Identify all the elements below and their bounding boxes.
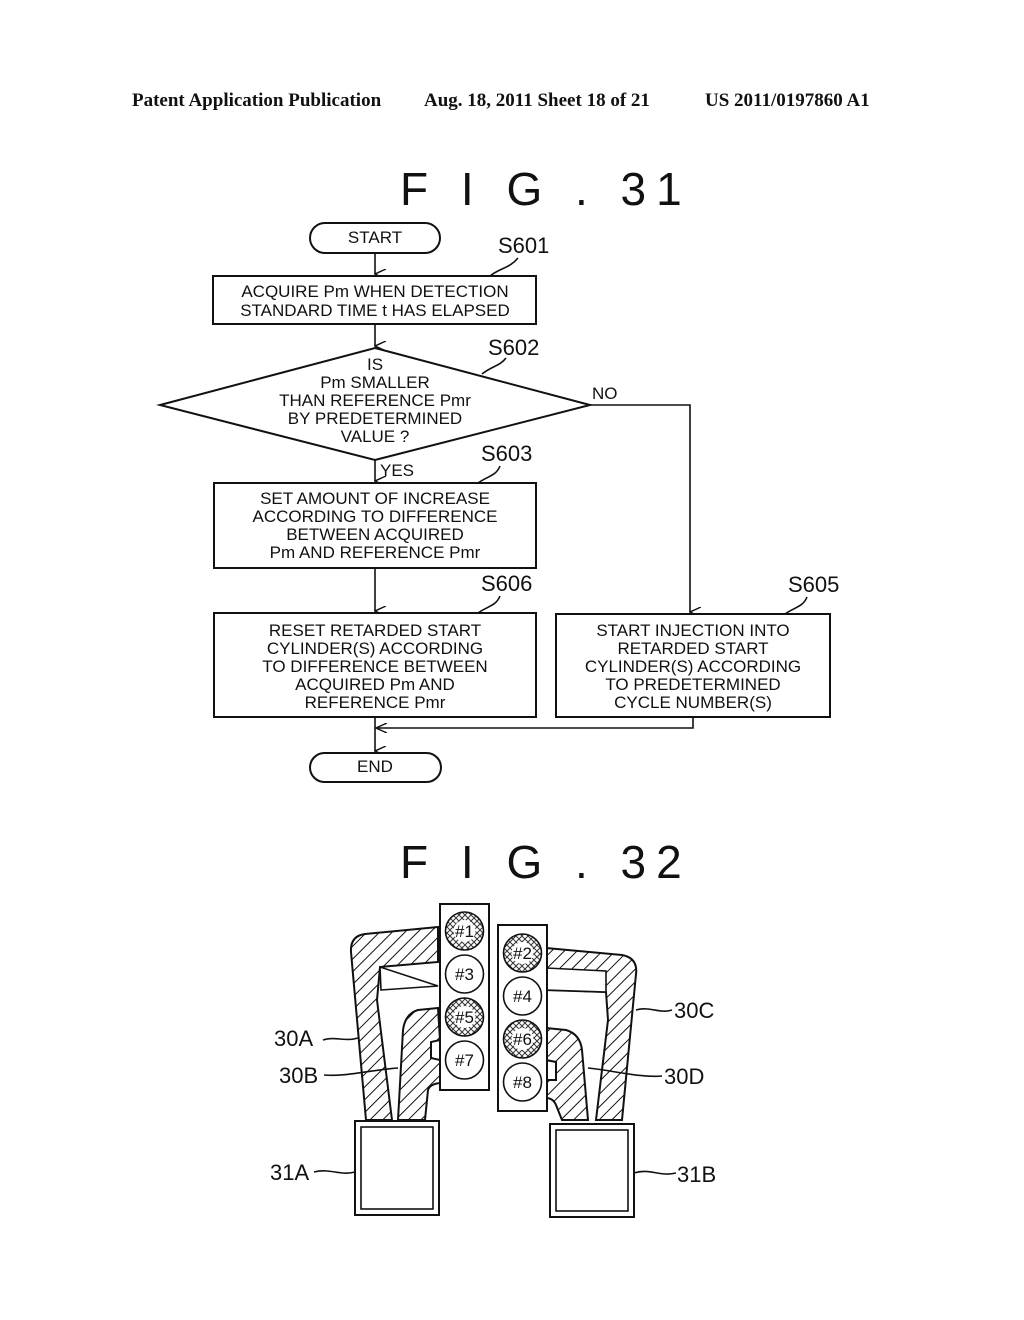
cylinder-label: #8 — [513, 1073, 532, 1092]
s605-line-5: CYCLE NUMBER(S) — [614, 693, 772, 712]
ref-31b: 31B — [677, 1162, 716, 1187]
yes-label: YES — [380, 461, 414, 480]
s602-line-5: VALUE ? — [341, 427, 410, 446]
end-label: END — [357, 757, 393, 776]
s606-line-2: CYLINDER(S) ACCORDING — [267, 639, 483, 658]
s602-line-2: Pm SMALLER — [320, 373, 430, 392]
ref-31a: 31A — [270, 1160, 309, 1185]
cylinder-label: #3 — [455, 965, 474, 984]
s605-ref: S605 — [788, 572, 839, 597]
ref-30b: 30B — [279, 1063, 318, 1088]
catalyst-31a — [354, 1120, 440, 1216]
no-label: NO — [592, 384, 618, 403]
cylinder-6: #6 — [502, 1019, 543, 1059]
s601-leader — [489, 257, 519, 277]
arrow-no-s605 — [590, 404, 690, 612]
s605-leader — [784, 596, 808, 615]
cylinder-8: #8 — [502, 1062, 543, 1102]
end-terminal: END — [309, 752, 442, 783]
s603-line-1: SET AMOUNT OF INCREASE — [260, 489, 490, 508]
flowchart: START ACQUIRE Pm WHEN DETECTION STANDARD… — [156, 222, 839, 783]
cylinder-label: #6 — [513, 1030, 532, 1049]
catalyst-31b — [549, 1123, 635, 1218]
s603-line-3: BETWEEN ACQUIRED — [286, 525, 464, 544]
cylinder-label: #2 — [513, 944, 532, 963]
s606-line-3: TO DIFFERENCE BETWEEN — [262, 657, 487, 676]
cylinder-label: #7 — [455, 1051, 474, 1070]
start-terminal: START — [309, 222, 441, 254]
s602-leader — [481, 357, 507, 375]
leader-30a — [322, 1037, 359, 1041]
s606-leader — [477, 595, 501, 614]
s605-line-4: TO PREDETERMINED — [605, 675, 780, 694]
s601-line-1: ACQUIRE Pm WHEN DETECTION — [241, 282, 508, 301]
ref-30d: 30D — [664, 1064, 704, 1089]
step-s605: START INJECTION INTO RETARDED START CYLI… — [555, 572, 839, 718]
start-label: START — [348, 228, 402, 247]
s606-line-5: REFERENCE Pmr — [305, 693, 446, 712]
cylinder-label: #5 — [455, 1008, 474, 1027]
s606-ref: S606 — [481, 571, 532, 596]
s602-line-4: BY PREDETERMINED — [288, 409, 462, 428]
engine-diagram: #1 #3 #5 #7 #2 #4 #6 #8 30A 30B 30C 30D 31A 31… — [270, 903, 716, 1218]
leader-31b — [633, 1170, 677, 1175]
cylinder-label: #4 — [513, 987, 532, 1006]
s605-line-1: START INJECTION INTO — [596, 621, 789, 640]
s603-line-2: ACCORDING TO DIFFERENCE — [253, 507, 498, 526]
s602-line-3: THAN REFERENCE Pmr — [279, 391, 471, 410]
cylinder-1: #1 — [444, 911, 485, 951]
cylinder-4: #4 — [502, 976, 543, 1016]
s602-ref: S602 — [488, 335, 539, 360]
leader-30c — [635, 1008, 673, 1012]
s603-line-4: Pm AND REFERENCE Pmr — [270, 543, 481, 562]
ref-30c: 30C — [674, 998, 714, 1023]
s606-line-4: ACQUIRED Pm AND — [295, 675, 455, 694]
manifold-30b — [396, 1006, 442, 1121]
cylinder-label: #1 — [455, 922, 474, 941]
s605-line-3: CYLINDER(S) ACCORDING — [585, 657, 801, 676]
s602-line-1: IS — [367, 355, 383, 374]
step-s602-decision: IS Pm SMALLER THAN REFERENCE Pmr BY PRED… — [156, 335, 618, 480]
arrow-s605-end — [376, 717, 694, 728]
s605-line-2: RETARDED START — [617, 639, 768, 658]
s601-ref: S601 — [498, 233, 549, 258]
ref-30a: 30A — [274, 1026, 313, 1051]
cylinder-7: #7 — [444, 1040, 485, 1080]
s606-line-1: RESET RETARDED START — [269, 621, 481, 640]
figure-canvas: START ACQUIRE Pm WHEN DETECTION STANDARD… — [156, 222, 839, 1218]
s603-ref: S603 — [481, 441, 532, 466]
s603-leader — [477, 465, 501, 484]
manifold-30d — [545, 1026, 590, 1121]
cylinder-5: #5 — [444, 997, 485, 1037]
s601-line-2: STANDARD TIME t HAS ELAPSED — [240, 301, 510, 320]
cylinder-3: #3 — [444, 954, 485, 994]
cylinder-2: #2 — [502, 933, 543, 973]
leader-31a — [313, 1170, 356, 1174]
